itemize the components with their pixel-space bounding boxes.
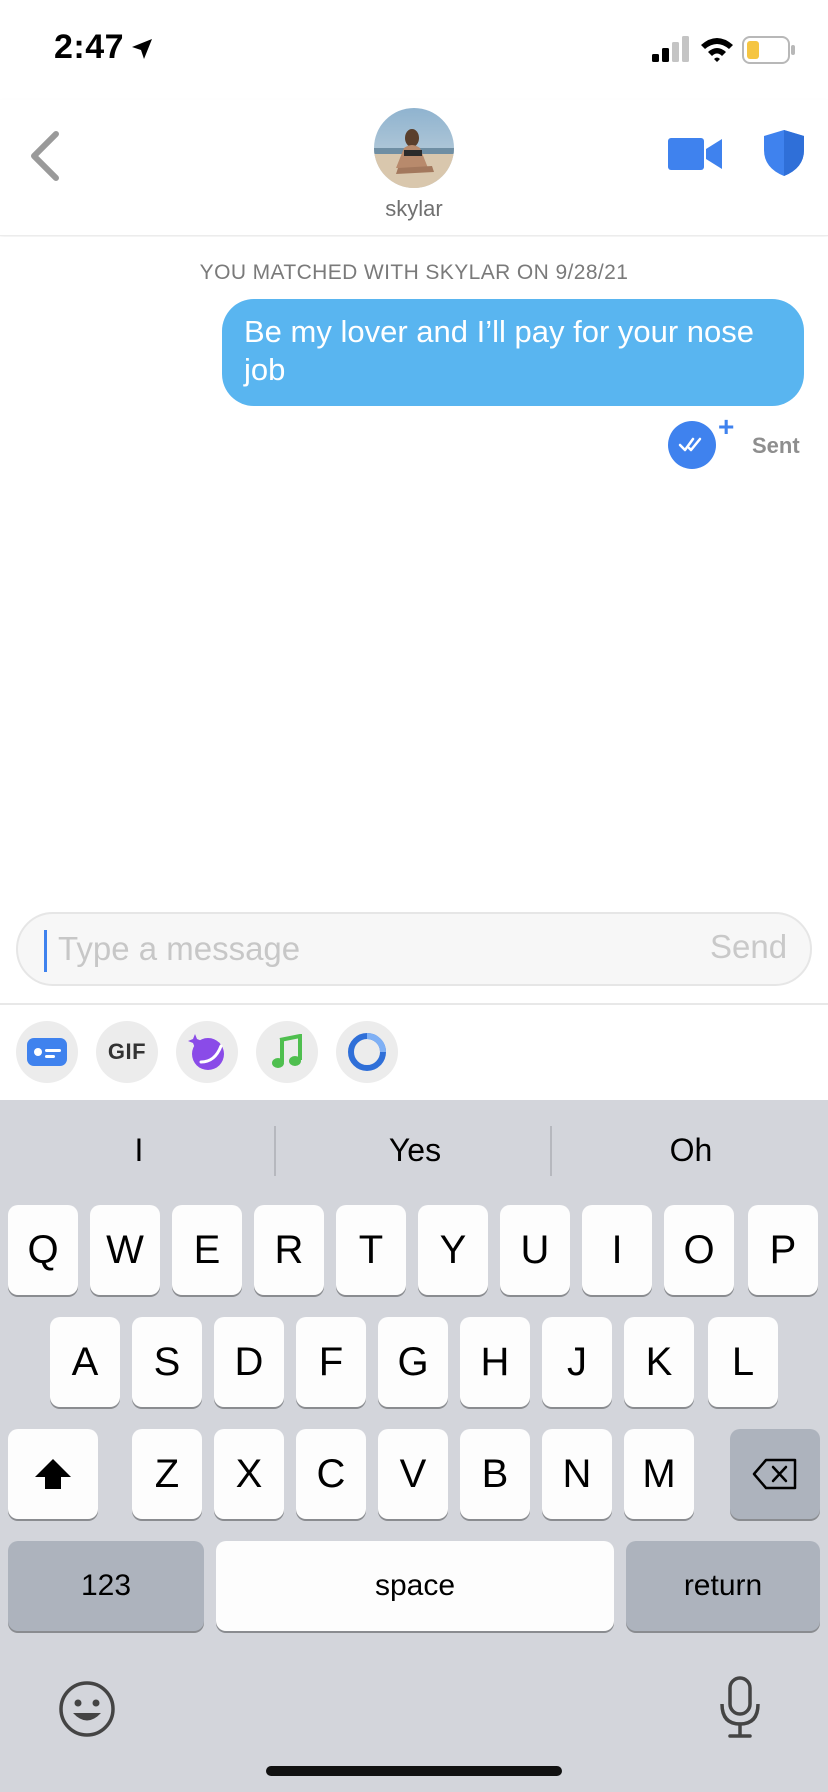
id-card-button[interactable] xyxy=(16,1021,78,1083)
battery-icon xyxy=(742,36,795,64)
key-m[interactable]: M xyxy=(624,1429,694,1519)
chat-header: skylar xyxy=(0,100,828,236)
send-button[interactable]: Send xyxy=(710,928,787,966)
key-l[interactable]: L xyxy=(708,1317,778,1407)
music-button[interactable] xyxy=(256,1021,318,1083)
loop-button[interactable] xyxy=(336,1021,398,1083)
key-v[interactable]: V xyxy=(378,1429,448,1519)
wifi-icon xyxy=(701,38,733,62)
gif-label: GIF xyxy=(107,1039,147,1064)
backspace-icon xyxy=(752,1458,797,1490)
key-h[interactable]: H xyxy=(460,1317,530,1407)
message-composer: Send xyxy=(16,912,812,986)
avatar[interactable] xyxy=(374,108,454,188)
key-t[interactable]: T xyxy=(336,1205,406,1295)
text-cursor xyxy=(44,930,47,972)
id-card-icon xyxy=(27,1038,67,1066)
message-input[interactable] xyxy=(58,926,578,972)
emoji-icon[interactable] xyxy=(58,1680,116,1738)
key-g[interactable]: G xyxy=(378,1317,448,1407)
suggestion-separator xyxy=(274,1126,276,1176)
conversation: YOU MATCHED WITH SKYLAR ON 9/28/21 Be my… xyxy=(0,237,828,902)
match-date: YOU MATCHED WITH SKYLAR ON 9/28/21 xyxy=(199,261,629,284)
key-d[interactable]: D xyxy=(214,1317,284,1407)
back-chevron-icon[interactable] xyxy=(26,128,66,184)
suggestion-separator xyxy=(550,1126,552,1176)
return-key[interactable]: return xyxy=(626,1541,820,1631)
video-call-icon[interactable] xyxy=(668,134,724,174)
key-q[interactable]: Q xyxy=(8,1205,78,1295)
key-s[interactable]: S xyxy=(132,1317,202,1407)
message-status: Sent xyxy=(752,433,800,458)
circle-ring-icon xyxy=(348,1033,386,1071)
message-bubble[interactable]: Be my lover and I’ll pay for your nose j… xyxy=(222,299,804,406)
signal-icon xyxy=(652,36,689,62)
status-time: 2:47 xyxy=(54,28,125,66)
key-j[interactable]: J xyxy=(542,1317,612,1407)
sticker-icon xyxy=(188,1034,224,1070)
key-p[interactable]: P xyxy=(748,1205,818,1295)
suggestion-3[interactable]: Oh xyxy=(556,1132,826,1169)
shield-icon[interactable] xyxy=(762,128,806,178)
key-y[interactable]: Y xyxy=(418,1205,488,1295)
status-bar: 2:47 xyxy=(0,0,828,100)
gif-button[interactable]: GIF xyxy=(96,1021,158,1083)
match-name[interactable]: skylar xyxy=(314,196,514,222)
key-o[interactable]: O xyxy=(664,1205,734,1295)
numbers-key[interactable]: 123 xyxy=(8,1541,204,1631)
key-w[interactable]: W xyxy=(90,1205,160,1295)
plus-icon: + xyxy=(718,411,735,442)
key-e[interactable]: E xyxy=(172,1205,242,1295)
sticker-button[interactable] xyxy=(176,1021,238,1083)
key-f[interactable]: F xyxy=(296,1317,366,1407)
key-u[interactable]: U xyxy=(500,1205,570,1295)
home-indicator xyxy=(266,1766,562,1776)
double-check-icon xyxy=(678,437,702,452)
key-r[interactable]: R xyxy=(254,1205,324,1295)
key-a[interactable]: A xyxy=(50,1317,120,1407)
suggestion-2[interactable]: Yes xyxy=(280,1132,550,1169)
microphone-icon[interactable] xyxy=(718,1676,762,1740)
key-c[interactable]: C xyxy=(296,1429,366,1519)
key-x[interactable]: X xyxy=(214,1429,284,1519)
location-arrow-icon xyxy=(132,39,152,59)
key-b[interactable]: B xyxy=(460,1429,530,1519)
read-receipt-icon[interactable]: + xyxy=(668,411,734,469)
attachment-tools: GIF xyxy=(0,1005,828,1100)
key-z[interactable]: Z xyxy=(132,1429,202,1519)
shift-key[interactable] xyxy=(8,1429,98,1519)
key-n[interactable]: N xyxy=(542,1429,612,1519)
space-key[interactable]: space xyxy=(216,1541,614,1631)
key-i[interactable]: I xyxy=(582,1205,652,1295)
keyboard: I Yes Oh Q W E R T Y U I O P A S D F G H… xyxy=(0,1100,828,1792)
music-note-icon xyxy=(272,1034,302,1068)
suggestion-1[interactable]: I xyxy=(4,1132,274,1169)
key-k[interactable]: K xyxy=(624,1317,694,1407)
shift-icon xyxy=(35,1459,71,1489)
backspace-key[interactable] xyxy=(730,1429,820,1519)
